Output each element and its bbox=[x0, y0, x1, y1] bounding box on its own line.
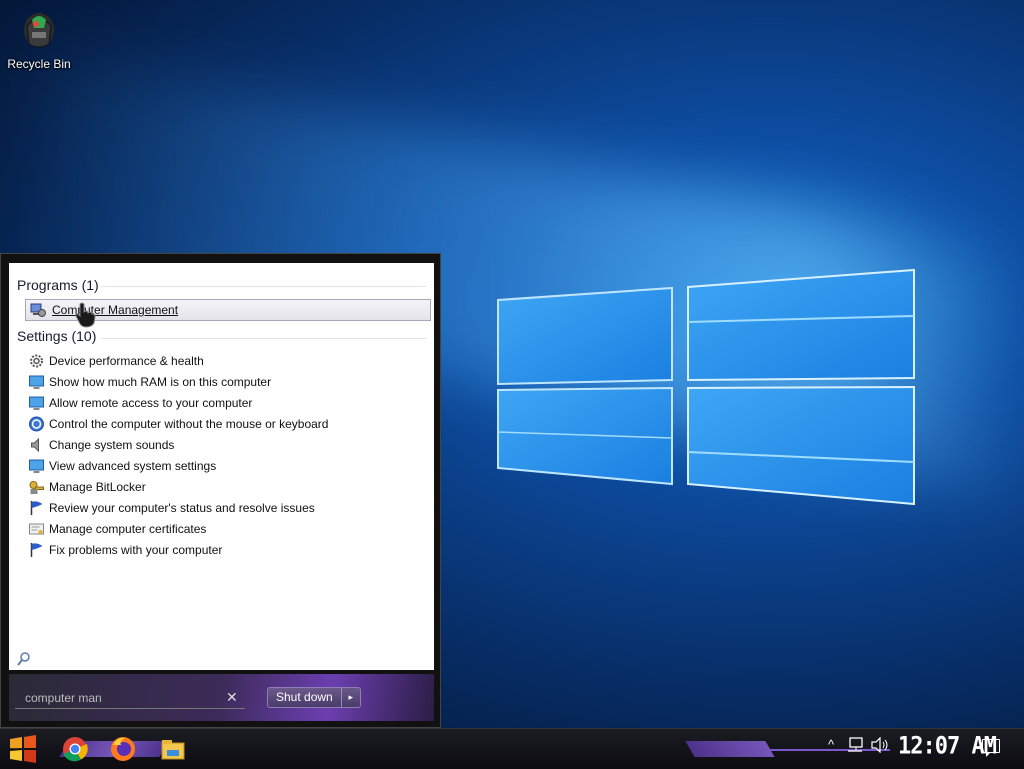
shutdown-options-arrow[interactable]: ▸ bbox=[340, 688, 360, 707]
shutdown-button-group: Shut down ▸ bbox=[267, 687, 361, 708]
settings-item-label: Fix problems with your computer bbox=[49, 543, 223, 557]
settings-item-allow-remote-access[interactable]: Allow remote access to your computer bbox=[28, 393, 252, 413]
tray-overflow-chevron[interactable]: ^ bbox=[828, 737, 834, 752]
start-search-box[interactable]: ✕ bbox=[15, 687, 245, 709]
hand-cursor-icon bbox=[75, 302, 96, 328]
taskbar-decoration bbox=[685, 741, 775, 757]
certificate-icon bbox=[29, 523, 44, 535]
speaker-icon bbox=[31, 437, 39, 453]
ease-of-access-icon bbox=[29, 416, 44, 432]
program-item-label: Computer Management bbox=[52, 303, 179, 317]
file-explorer-icon[interactable] bbox=[159, 735, 187, 763]
settings-item-show-ram[interactable]: Show how much RAM is on this computer bbox=[28, 372, 271, 392]
volume-icon[interactable] bbox=[870, 737, 890, 753]
start-menu-footer: ✕ Shut down ▸ bbox=[9, 674, 434, 721]
recycle-bin-icon bbox=[24, 13, 54, 48]
start-search-input[interactable] bbox=[15, 689, 222, 706]
start-button-icon[interactable] bbox=[8, 735, 38, 763]
settings-item-label: Review your computer's status and resolv… bbox=[49, 501, 315, 515]
divider bbox=[101, 338, 426, 339]
bitlocker-key-icon bbox=[29, 481, 44, 494]
monitor-icon bbox=[29, 396, 44, 410]
taskbar: ^ 12:07 AM bbox=[0, 728, 1024, 769]
start-menu: Programs (1) Computer Management Setting… bbox=[0, 253, 441, 728]
monitor-icon bbox=[29, 459, 44, 473]
settings-item-fix-problems[interactable]: Fix problems with your computer bbox=[28, 540, 222, 560]
settings-item-label: Control the computer without the mouse o… bbox=[49, 417, 329, 431]
desktop-icon-label: Recycle Bin bbox=[7, 57, 71, 71]
desktop-icon-recycle-bin[interactable]: Recycle Bin bbox=[6, 6, 72, 71]
action-center-icon[interactable] bbox=[982, 739, 1000, 757]
settings-item-label: Change system sounds bbox=[49, 438, 175, 452]
windows-logo bbox=[497, 268, 915, 506]
settings-item-label: Allow remote access to your computer bbox=[49, 396, 253, 410]
search-results-pane: Programs (1) Computer Management Setting… bbox=[9, 263, 434, 670]
settings-item-advanced-system-settings[interactable]: View advanced system settings bbox=[28, 456, 216, 476]
settings-header: Settings (10) bbox=[17, 328, 97, 344]
computer-management-icon bbox=[30, 303, 46, 317]
shutdown-button[interactable]: Shut down bbox=[268, 688, 341, 707]
firefox-icon[interactable] bbox=[109, 735, 137, 763]
network-icon[interactable] bbox=[846, 737, 864, 753]
settings-item-review-status[interactable]: Review your computer's status and resolv… bbox=[28, 498, 315, 518]
settings-item-device-performance[interactable]: Device performance & health bbox=[28, 351, 204, 371]
gear-icon bbox=[30, 354, 43, 368]
settings-item-label: Device performance & health bbox=[49, 354, 204, 368]
settings-item-label: Manage BitLocker bbox=[49, 480, 146, 494]
flag-icon bbox=[30, 501, 43, 515]
settings-item-label: Show how much RAM is on this computer bbox=[49, 375, 272, 389]
settings-item-manage-bitlocker[interactable]: Manage BitLocker bbox=[28, 477, 146, 497]
chrome-icon[interactable] bbox=[61, 735, 89, 763]
clear-search-button[interactable]: ✕ bbox=[226, 689, 238, 706]
settings-item-manage-certificates[interactable]: Manage computer certificates bbox=[28, 519, 206, 539]
flag-icon bbox=[30, 543, 43, 557]
monitor-icon bbox=[29, 375, 44, 389]
settings-item-control-without-mouse[interactable]: Control the computer without the mouse o… bbox=[28, 414, 328, 434]
divider bbox=[101, 286, 426, 287]
settings-item-label: Manage computer certificates bbox=[49, 522, 207, 536]
settings-item-label: View advanced system settings bbox=[49, 459, 217, 473]
settings-item-change-system-sounds[interactable]: Change system sounds bbox=[28, 435, 174, 455]
search-more-icon[interactable] bbox=[16, 651, 32, 667]
programs-header: Programs (1) bbox=[17, 277, 99, 293]
